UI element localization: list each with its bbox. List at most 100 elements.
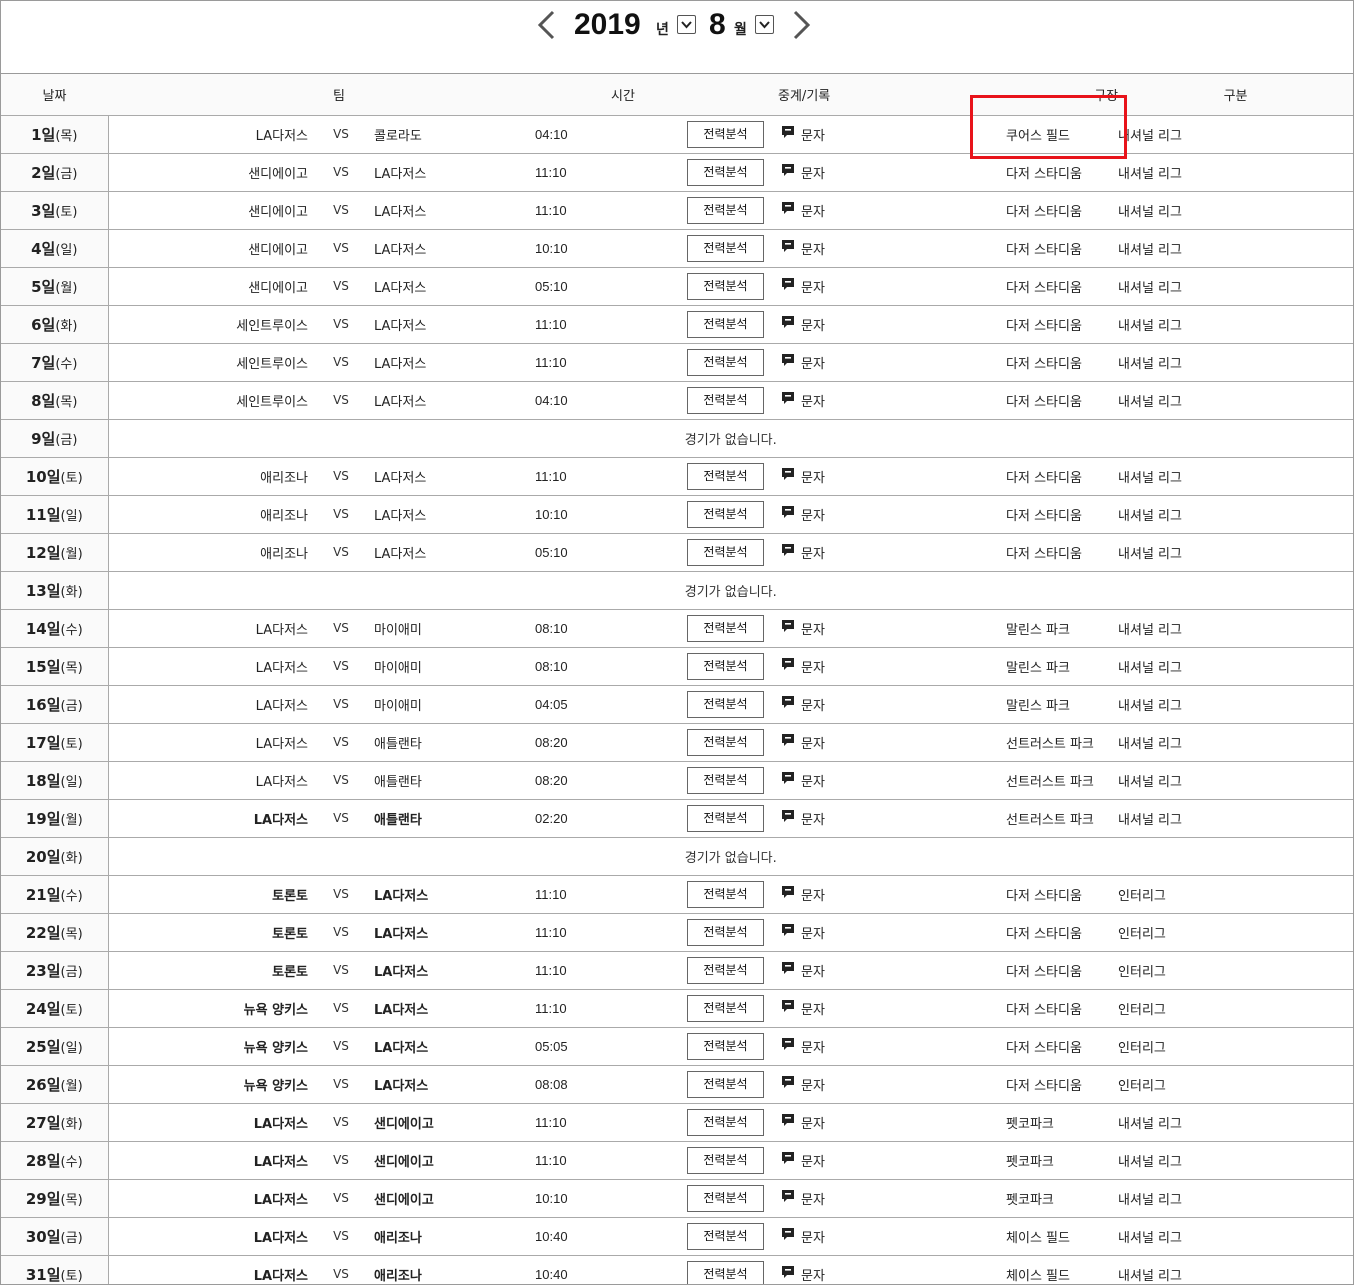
stadium-name: 쿠어스 필드 — [1006, 128, 1070, 144]
analysis-button[interactable]: 전력분석 — [687, 918, 765, 946]
day-label: 18일 — [25, 771, 61, 790]
day-label: 29일 — [25, 1189, 61, 1208]
table-row: 28일(수) LA다저스 VS 샌디에이고 11:10 전력분석 문자 펫코파크 내셔널 리그 — [1, 1141, 1353, 1179]
analysis-button[interactable]: 전력분석 — [687, 1146, 765, 1174]
text-broadcast-link[interactable]: 문자 — [781, 163, 825, 182]
table-row: 15일(목) LA다저스 VS 마이애미 08:10 전력분석 문자 말린스 파크 내셔널 리그 — [1, 647, 1353, 685]
analysis-button[interactable]: 전력분석 — [687, 994, 765, 1022]
text-broadcast-link[interactable]: 문자 — [781, 771, 825, 790]
analysis-cell: 전력분석 — [687, 267, 781, 305]
game-time: 11:10 — [535, 354, 567, 370]
analysis-button[interactable]: 전력분석 — [687, 272, 765, 300]
away-team: LA다저스 — [374, 280, 427, 296]
text-broadcast-link[interactable]: 문자 — [781, 543, 825, 562]
league-name: 인터리그 — [1118, 1078, 1166, 1094]
day-label: 8일 — [31, 391, 56, 410]
broadcast-cell: 문자 — [781, 533, 1006, 571]
date-cell: 5일(월) — [1, 267, 109, 305]
analysis-button[interactable]: 전력분석 — [687, 1070, 765, 1098]
vs-label: VS — [333, 545, 349, 559]
analysis-button[interactable]: 전력분석 — [687, 1032, 765, 1060]
next-month-chevron-right-icon[interactable] — [789, 9, 815, 41]
analysis-button[interactable]: 전력분석 — [687, 120, 765, 148]
vs-label: VS — [333, 393, 349, 407]
analysis-button[interactable]: 전력분석 — [687, 652, 765, 680]
analysis-button[interactable]: 전력분석 — [687, 348, 765, 376]
analysis-button[interactable]: 전력분석 — [687, 766, 765, 794]
analysis-button[interactable]: 전력분석 — [687, 880, 765, 908]
analysis-button[interactable]: 전력분석 — [687, 500, 765, 528]
analysis-cell: 전력분석 — [687, 115, 781, 153]
text-broadcast-link[interactable]: 문자 — [781, 999, 825, 1018]
prev-month-chevron-left-icon[interactable] — [533, 9, 559, 41]
analysis-button[interactable]: 전력분석 — [687, 1260, 765, 1284]
text-broadcast-link[interactable]: 문자 — [781, 961, 825, 980]
text-broadcast-link[interactable]: 문자 — [781, 923, 825, 942]
analysis-button[interactable]: 전력분석 — [687, 728, 765, 756]
analysis-button[interactable]: 전력분석 — [687, 538, 765, 566]
month-dropdown-chevron-down-icon[interactable] — [755, 15, 774, 34]
league-name: 내셔널 리그 — [1118, 812, 1182, 828]
text-broadcast-link[interactable]: 문자 — [781, 353, 825, 372]
league-name: 내셔널 리그 — [1118, 470, 1182, 486]
weekday-label: (목) — [60, 926, 83, 942]
date-cell: 14일(수) — [1, 609, 109, 647]
vs-label: VS — [333, 773, 349, 787]
text-broadcast-link[interactable]: 문자 — [781, 885, 825, 904]
text-broadcast-link[interactable]: 문자 — [781, 315, 825, 334]
analysis-button[interactable]: 전력분석 — [687, 1222, 765, 1250]
text-broadcast-link[interactable]: 문자 — [781, 467, 825, 486]
text-broadcast-label: 문자 — [801, 1268, 825, 1284]
text-broadcast-link[interactable]: 문자 — [781, 619, 825, 638]
league-name: 내셔널 리그 — [1118, 622, 1182, 638]
day-label: 24일 — [25, 999, 61, 1018]
weekday-label: (화) — [60, 1116, 83, 1132]
analysis-button[interactable]: 전력분석 — [687, 462, 765, 490]
analysis-button[interactable]: 전력분석 — [687, 196, 765, 224]
day-label: 14일 — [25, 619, 61, 638]
text-broadcast-link[interactable]: 문자 — [781, 1265, 825, 1284]
league-name: 내셔널 리그 — [1118, 204, 1182, 220]
text-broadcast-link[interactable]: 문자 — [781, 239, 825, 258]
analysis-cell: 전력분석 — [687, 153, 781, 191]
vs-label: VS — [333, 317, 349, 331]
text-broadcast-link[interactable]: 문자 — [781, 1151, 825, 1170]
weekday-label: (화) — [60, 584, 83, 600]
text-broadcast-link[interactable]: 문자 — [781, 125, 825, 144]
analysis-button[interactable]: 전력분석 — [687, 1184, 765, 1212]
text-broadcast-link[interactable]: 문자 — [781, 505, 825, 524]
text-broadcast-link[interactable]: 문자 — [781, 1113, 825, 1132]
speech-bubble-icon — [781, 391, 801, 409]
speech-bubble-icon — [781, 239, 801, 257]
text-broadcast-link[interactable]: 문자 — [781, 277, 825, 296]
analysis-button[interactable]: 전력분석 — [687, 614, 765, 642]
analysis-button[interactable]: 전력분석 — [687, 804, 765, 832]
league-name: 내셔널 리그 — [1118, 1154, 1182, 1170]
text-broadcast-link[interactable]: 문자 — [781, 1227, 825, 1246]
analysis-button[interactable]: 전력분석 — [687, 310, 765, 338]
text-broadcast-link[interactable]: 문자 — [781, 695, 825, 714]
analysis-button[interactable]: 전력분석 — [687, 158, 765, 186]
analysis-button[interactable]: 전력분석 — [687, 1108, 765, 1136]
text-broadcast-link[interactable]: 문자 — [781, 657, 825, 676]
table-row: 23일(금) 토론토 VS LA다저스 11:10 전력분석 문자 다저 스타디움 인터리그 — [1, 951, 1353, 989]
analysis-button[interactable]: 전력분석 — [687, 690, 765, 718]
away-team: 샌디에이고 — [374, 1192, 434, 1208]
text-broadcast-label: 문자 — [801, 280, 825, 296]
home-team: 세인트루이스 — [236, 318, 308, 334]
text-broadcast-label: 문자 — [801, 1116, 825, 1132]
year-dropdown-chevron-down-icon[interactable] — [677, 15, 696, 34]
analysis-cell: 전력분석 — [687, 1065, 781, 1103]
analysis-button[interactable]: 전력분석 — [687, 956, 765, 984]
text-broadcast-link[interactable]: 문자 — [781, 1075, 825, 1094]
text-broadcast-link[interactable]: 문자 — [781, 391, 825, 410]
text-broadcast-link[interactable]: 문자 — [781, 1037, 825, 1056]
analysis-button[interactable]: 전력분석 — [687, 234, 765, 262]
analysis-button[interactable]: 전력분석 — [687, 386, 765, 414]
text-broadcast-link[interactable]: 문자 — [781, 733, 825, 752]
table-row: 17일(토) LA다저스 VS 애틀랜타 08:20 전력분석 문자 선트러스트 파크 내셔널 … — [1, 723, 1353, 761]
text-broadcast-link[interactable]: 문자 — [781, 809, 825, 828]
text-broadcast-link[interactable]: 문자 — [781, 1189, 825, 1208]
day-label: 4일 — [31, 239, 56, 258]
text-broadcast-link[interactable]: 문자 — [781, 201, 825, 220]
